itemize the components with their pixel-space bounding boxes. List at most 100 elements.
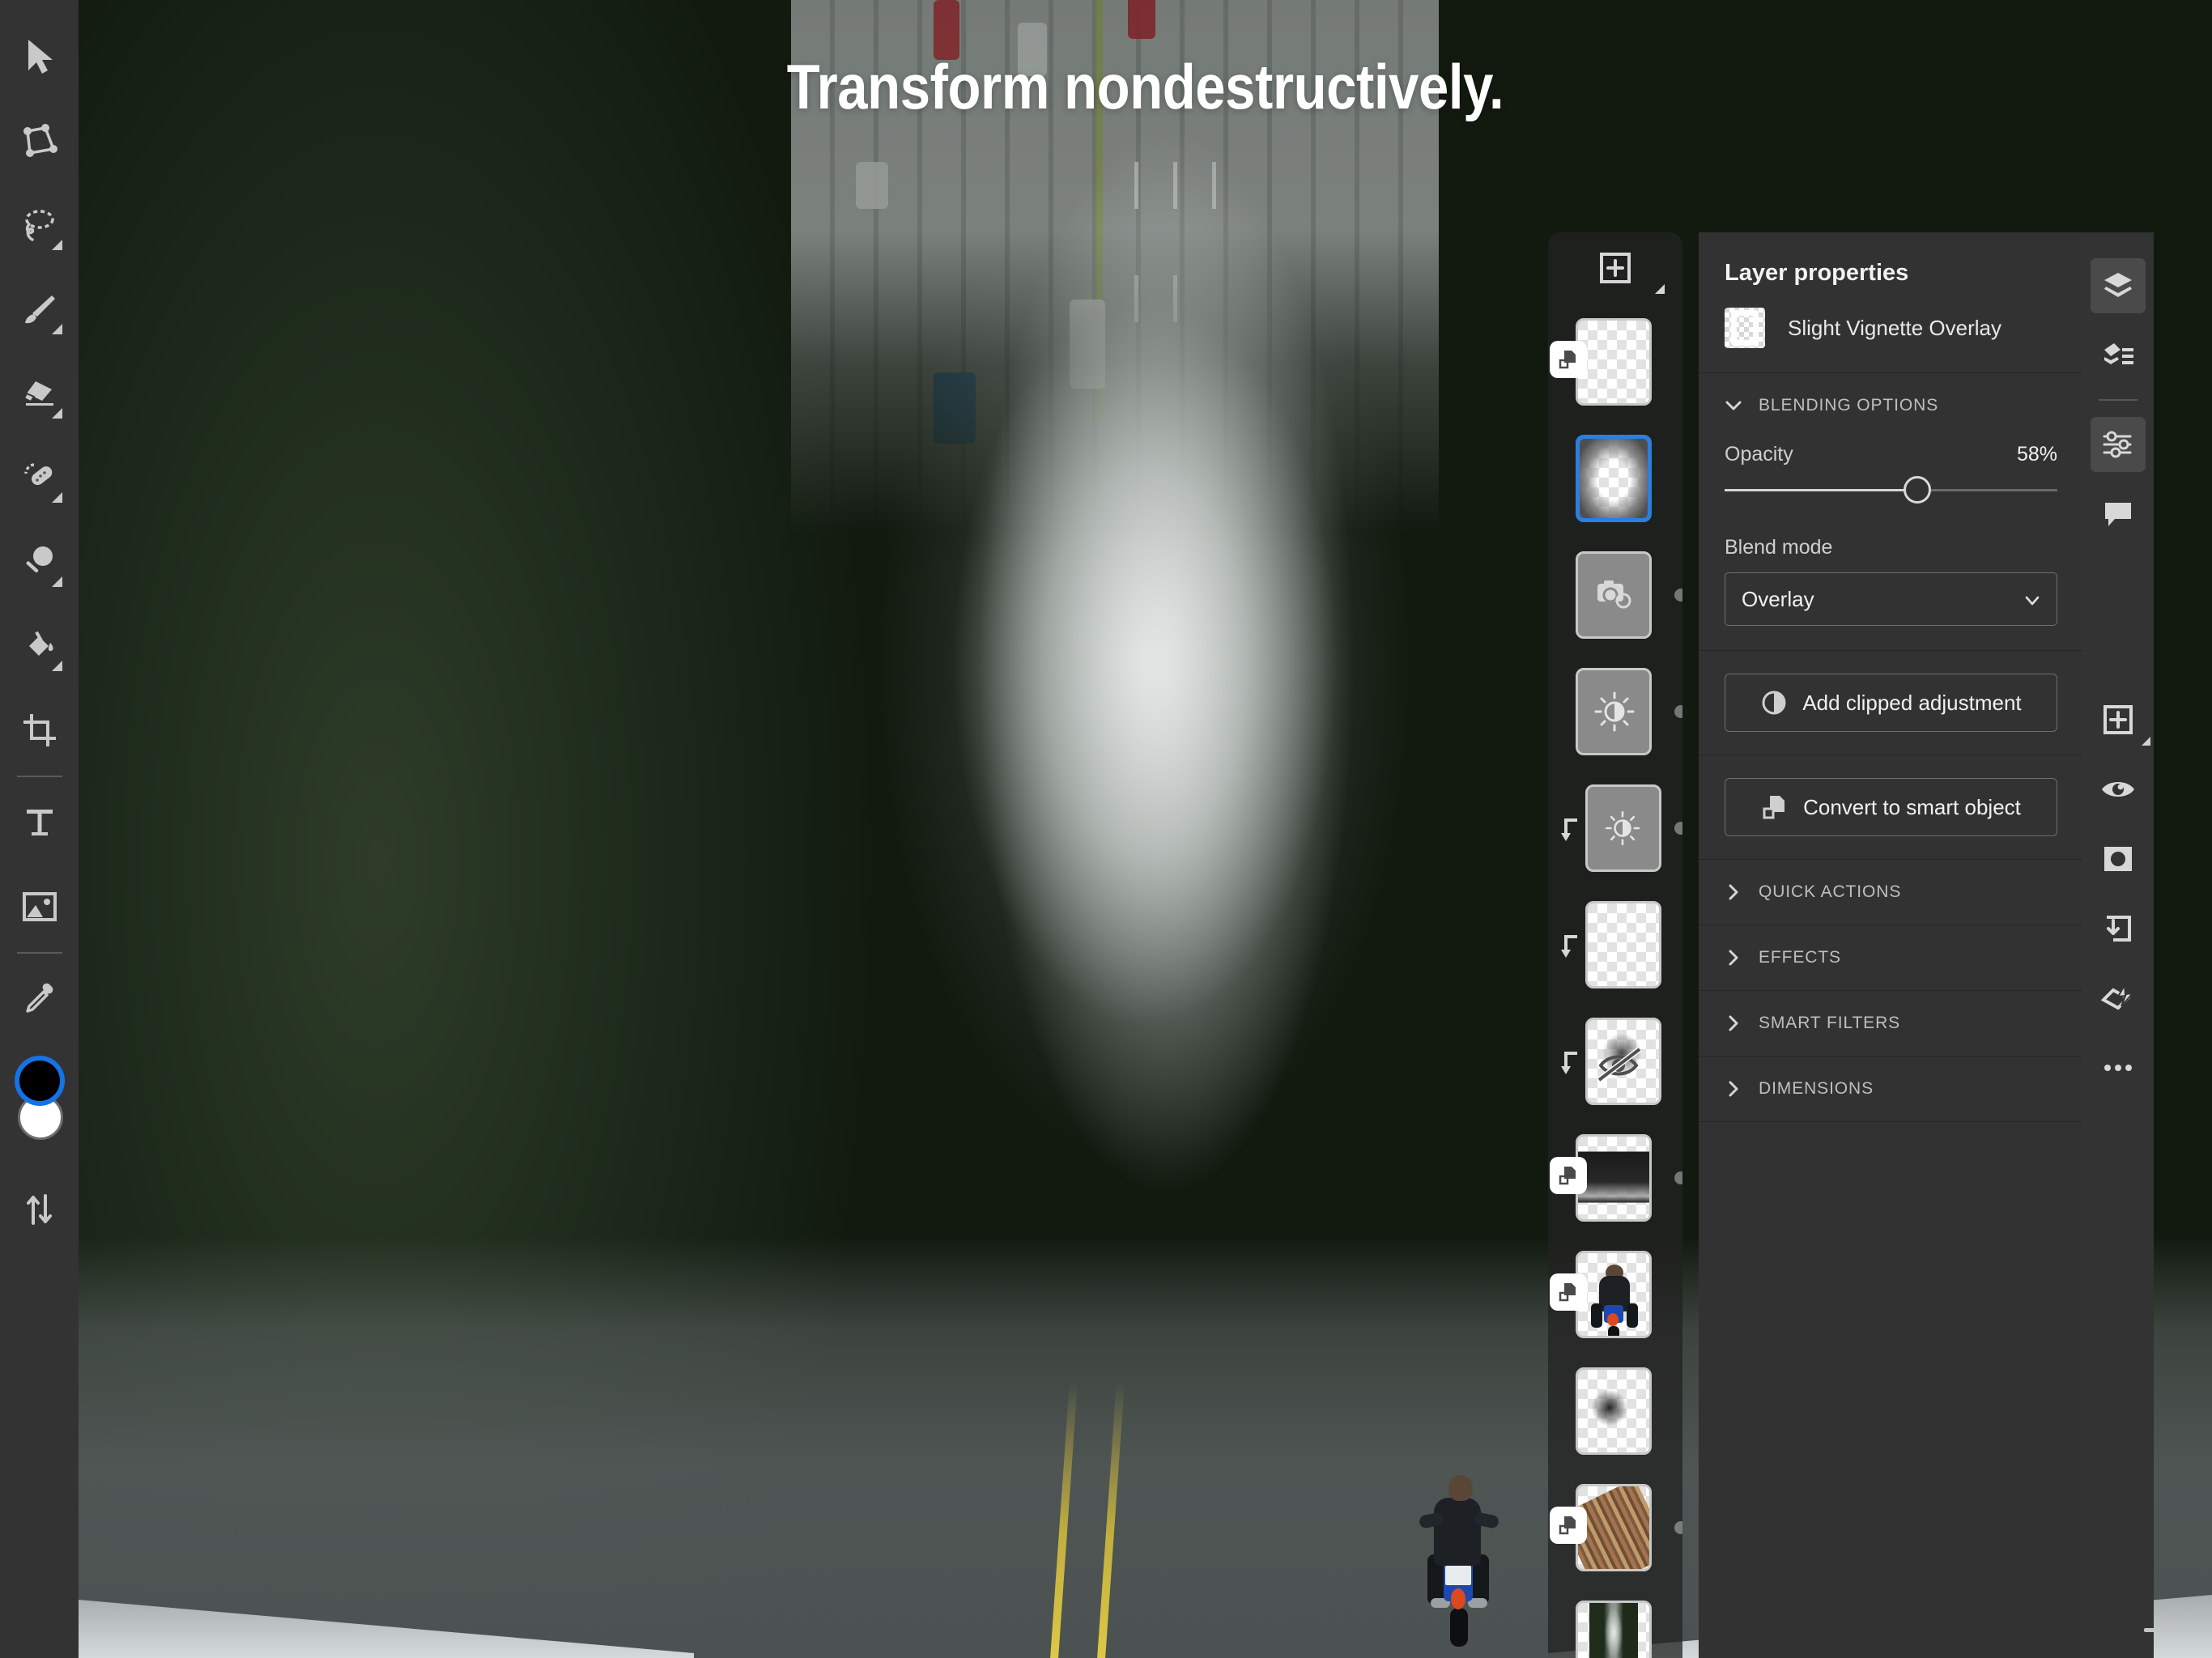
smart-object-badge [1550,1273,1587,1311]
lane-marking [1212,162,1216,209]
add-layer-icon [1600,253,1631,283]
layer-item[interactable] [1548,886,1682,1003]
headline-text-layer: Transform nondestructively. [786,51,1504,122]
rail-layers[interactable] [2091,258,2146,313]
layer-thumbnail [1725,308,1765,348]
layer-thumb-6[interactable] [1585,901,1661,988]
toolbar-divider [16,776,62,777]
rail-mask[interactable] [2091,831,2146,886]
slider-knob[interactable] [1904,476,1932,504]
color-swatches[interactable] [0,1048,79,1167]
blend-mode-select[interactable]: Overlay [1725,572,2057,626]
opacity-slider[interactable] [1725,471,2057,508]
rail-clip[interactable] [2091,901,2146,956]
place-image-tool[interactable] [0,865,79,949]
layer-thumb-7[interactable] [1585,1018,1661,1105]
layer-item[interactable] [1548,1120,1682,1236]
layer-thumb-10[interactable] [1576,1367,1652,1455]
zoom-tool[interactable] [0,520,79,604]
smart-filters-header[interactable]: SMART FILTERS [1699,991,2083,1056]
layer-item[interactable] [1548,537,1682,653]
layer-thumb-1[interactable] [1576,318,1652,406]
rail-add-layer[interactable] [2091,692,2150,747]
add-layer-icon [2104,705,2133,734]
layer-strip-panel[interactable] [1548,232,1682,1658]
crop-tool[interactable] [0,688,79,772]
layer-item[interactable] [1548,304,1682,420]
layer-item[interactable] [1548,1003,1682,1120]
healing-tool[interactable] [0,436,79,520]
add-clipped-adjustment-section: Add clipped adjustment [1699,674,2083,755]
blending-options-section: BLENDING OPTIONS Opacity 58% Blend mode … [1699,373,2083,651]
rail-more[interactable] [2091,1040,2146,1095]
car [856,162,888,209]
layer-thumb-4[interactable] [1576,668,1652,755]
rail-visibility[interactable] [2091,762,2146,817]
eyedropper-tool[interactable] [0,957,79,1041]
clipping-arrow-icon [1561,1052,1577,1074]
blend-mode-label: Blend mode [1725,536,1833,559]
brush-tool[interactable] [0,267,79,351]
rail-comps[interactable] [2091,328,2146,383]
brightness-contrast-icon [1605,810,1640,846]
layer-item[interactable] [1548,653,1682,770]
layer-thumb-2[interactable] [1576,435,1652,522]
hidden-eye-icon [1597,1047,1642,1082]
layer-item[interactable] [1548,1469,1682,1586]
effects-header[interactable]: EFFECTS [1699,925,2083,990]
comment-icon [2105,503,2131,526]
camera-raw-icon [1597,580,1631,609]
layer-thumb-3[interactable] [1576,551,1652,639]
add-clipped-adjustment-button[interactable]: Add clipped adjustment [1725,674,2057,732]
fill-tool[interactable] [0,604,79,688]
more-dots-icon [2104,1065,2132,1071]
fog-preview [1578,1137,1649,1219]
layer-thumb-9[interactable] [1576,1251,1652,1338]
eraser-icon [23,381,53,406]
lane-marking [1173,162,1177,209]
selected-layer-row[interactable]: Slight Vignette Overlay [1699,287,2083,373]
aerial-city-preview [1578,1486,1649,1569]
convert-to-smart-object-button[interactable]: Convert to smart object [1725,778,2057,836]
transform-tool[interactable] [0,99,79,183]
type-tool[interactable] [0,780,79,865]
layer-item[interactable] [1548,1586,1682,1658]
rail-smart-filter[interactable] [2091,971,2146,1026]
foreground-color-swatch[interactable] [15,1056,65,1106]
layer-item[interactable] [1548,1236,1682,1353]
panel-resize-handle[interactable] [2144,1628,2181,1632]
blending-options-header[interactable]: BLENDING OPTIONS [1699,373,2083,438]
paint-bucket-icon [28,631,53,656]
layer-thumb-8[interactable] [1576,1134,1652,1222]
layer-thumbnail-list [1548,304,1682,1658]
paintbrush-icon [24,295,55,324]
clipping-arrow-icon [1561,818,1577,841]
clip-layer-icon [2107,916,2131,942]
chevron-right-icon [1729,1081,1738,1097]
layer-thumb-5[interactable] [1585,784,1661,872]
lane-marking [1134,162,1138,209]
rail-properties[interactable] [2091,417,2146,472]
right-icon-rail [2082,232,2181,1658]
layer-thumb-12[interactable] [1576,1601,1652,1658]
rail-comments[interactable] [2091,487,2146,542]
move-tool[interactable] [0,15,79,99]
lasso-icon [24,210,54,241]
quick-actions-header[interactable]: QUICK ACTIONS [1699,860,2083,925]
section-label: DIMENSIONS [1759,1079,1874,1098]
swap-colors-button[interactable] [0,1167,79,1252]
tool-flyout-indicator [52,492,62,503]
smart-object-icon [1559,1167,1576,1185]
add-layer-flyout-indicator [2142,737,2150,746]
lasso-tool[interactable] [0,183,79,267]
eraser-tool[interactable] [0,351,79,436]
layer-item[interactable] [1548,1353,1682,1469]
layer-item[interactable] [1548,770,1682,886]
tool-flyout-indicator [52,408,62,419]
section-label: BLENDING OPTIONS [1759,396,1939,414]
add-layer-button[interactable] [1548,232,1682,304]
layer-thumb-11[interactable] [1576,1484,1652,1571]
slider-fill [1725,489,1918,491]
dimensions-header[interactable]: DIMENSIONS [1699,1056,2083,1121]
layer-item[interactable] [1548,420,1682,537]
